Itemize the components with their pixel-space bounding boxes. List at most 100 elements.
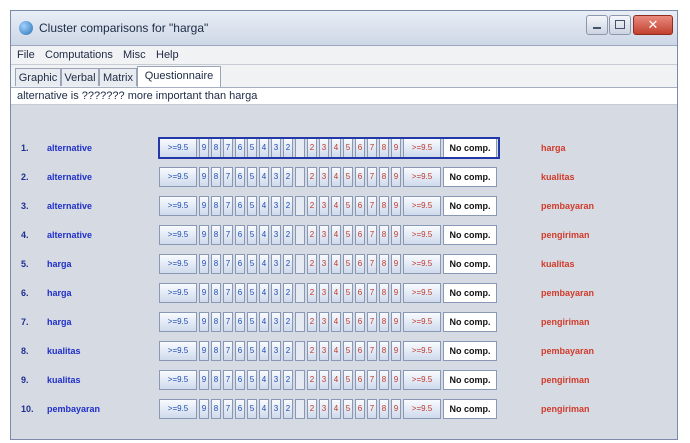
scale-left-value[interactable]: 7: [223, 196, 233, 216]
minimize-button[interactable]: [586, 15, 608, 35]
scale-left-extreme[interactable]: >=9.5: [159, 167, 197, 187]
scale-left-value[interactable]: 4: [259, 225, 269, 245]
scale-left-value[interactable]: 2: [283, 370, 293, 390]
scale-left-value[interactable]: 9: [199, 399, 209, 419]
no-comparison-button[interactable]: No comp.: [443, 138, 497, 158]
scale-right-value[interactable]: 9: [391, 225, 401, 245]
scale-left-value[interactable]: 8: [211, 225, 221, 245]
scale-left-value[interactable]: 2: [283, 225, 293, 245]
scale-right-value[interactable]: 8: [379, 254, 389, 274]
scale-right-value[interactable]: 4: [331, 283, 341, 303]
scale-right-value[interactable]: 5: [343, 138, 353, 158]
scale-right-value[interactable]: 6: [355, 283, 365, 303]
scale-left-extreme[interactable]: >=9.5: [159, 225, 197, 245]
scale-left-value[interactable]: 8: [211, 254, 221, 274]
scale-right-value[interactable]: 2: [307, 225, 317, 245]
scale-left-value[interactable]: 9: [199, 370, 209, 390]
scale-right-value[interactable]: 4: [331, 399, 341, 419]
scale-left-value[interactable]: 6: [235, 196, 245, 216]
scale-left-value[interactable]: 3: [271, 370, 281, 390]
menu-misc[interactable]: Misc: [123, 49, 146, 61]
scale-left-value[interactable]: 2: [283, 196, 293, 216]
scale-left-value[interactable]: 8: [211, 167, 221, 187]
scale-right-value[interactable]: 9: [391, 167, 401, 187]
scale-right-value[interactable]: 6: [355, 167, 365, 187]
scale-left-value[interactable]: 8: [211, 283, 221, 303]
scale-right-value[interactable]: 9: [391, 254, 401, 274]
scale-left-value[interactable]: 9: [199, 341, 209, 361]
scale-right-value[interactable]: 2: [307, 167, 317, 187]
scale-right-value[interactable]: 5: [343, 399, 353, 419]
scale-right-value[interactable]: 6: [355, 341, 365, 361]
scale-left-value[interactable]: 7: [223, 370, 233, 390]
tab-verbal[interactable]: Verbal: [61, 68, 99, 86]
scale-right-value[interactable]: 3: [319, 370, 329, 390]
scale-left-value[interactable]: 4: [259, 167, 269, 187]
scale-left-value[interactable]: 3: [271, 312, 281, 332]
no-comparison-button[interactable]: No comp.: [443, 283, 497, 303]
scale-left-value[interactable]: 6: [235, 341, 245, 361]
scale-left-value[interactable]: 3: [271, 225, 281, 245]
scale-left-value[interactable]: 5: [247, 138, 257, 158]
scale-right-value[interactable]: 9: [391, 399, 401, 419]
scale-left-value[interactable]: 4: [259, 370, 269, 390]
scale-left-value[interactable]: 8: [211, 312, 221, 332]
scale-equal[interactable]: [295, 167, 305, 187]
scale-left-value[interactable]: 5: [247, 341, 257, 361]
scale-right-value[interactable]: 8: [379, 341, 389, 361]
scale-left-value[interactable]: 4: [259, 283, 269, 303]
scale-left-extreme[interactable]: >=9.5: [159, 399, 197, 419]
scale-left-value[interactable]: 5: [247, 225, 257, 245]
scale-right-extreme[interactable]: >=9.5: [403, 196, 441, 216]
scale-equal[interactable]: [295, 138, 305, 158]
menu-computations[interactable]: Computations: [45, 49, 113, 61]
no-comparison-button[interactable]: No comp.: [443, 341, 497, 361]
scale-right-value[interactable]: 8: [379, 399, 389, 419]
scale-left-value[interactable]: 6: [235, 138, 245, 158]
scale-equal[interactable]: [295, 312, 305, 332]
scale-left-extreme[interactable]: >=9.5: [159, 312, 197, 332]
scale-right-value[interactable]: 3: [319, 312, 329, 332]
scale-equal[interactable]: [295, 196, 305, 216]
scale-left-value[interactable]: 3: [271, 399, 281, 419]
scale-right-extreme[interactable]: >=9.5: [403, 138, 441, 158]
scale-right-value[interactable]: 8: [379, 370, 389, 390]
scale-equal[interactable]: [295, 399, 305, 419]
scale-right-value[interactable]: 3: [319, 254, 329, 274]
scale-right-value[interactable]: 7: [367, 399, 377, 419]
scale-right-value[interactable]: 9: [391, 196, 401, 216]
scale-left-value[interactable]: 6: [235, 399, 245, 419]
scale-left-value[interactable]: 7: [223, 167, 233, 187]
scale-left-value[interactable]: 8: [211, 399, 221, 419]
scale-left-value[interactable]: 3: [271, 254, 281, 274]
no-comparison-button[interactable]: No comp.: [443, 399, 497, 419]
scale-right-value[interactable]: 4: [331, 225, 341, 245]
tab-questionnaire[interactable]: Questionnaire: [137, 66, 221, 87]
scale-right-value[interactable]: 7: [367, 370, 377, 390]
scale-left-value[interactable]: 3: [271, 196, 281, 216]
scale-left-value[interactable]: 6: [235, 370, 245, 390]
scale-right-value[interactable]: 3: [319, 167, 329, 187]
menu-help[interactable]: Help: [156, 49, 179, 61]
maximize-button[interactable]: [609, 15, 631, 35]
scale-right-value[interactable]: 8: [379, 283, 389, 303]
scale-right-value[interactable]: 7: [367, 312, 377, 332]
scale-right-extreme[interactable]: >=9.5: [403, 283, 441, 303]
scale-left-value[interactable]: 2: [283, 167, 293, 187]
scale-right-value[interactable]: 9: [391, 370, 401, 390]
scale-left-value[interactable]: 7: [223, 341, 233, 361]
scale-left-value[interactable]: 5: [247, 196, 257, 216]
no-comparison-button[interactable]: No comp.: [443, 196, 497, 216]
scale-equal[interactable]: [295, 283, 305, 303]
scale-right-value[interactable]: 9: [391, 138, 401, 158]
scale-right-value[interactable]: 4: [331, 196, 341, 216]
scale-left-value[interactable]: 9: [199, 283, 209, 303]
scale-right-value[interactable]: 2: [307, 196, 317, 216]
scale-right-value[interactable]: 5: [343, 225, 353, 245]
no-comparison-button[interactable]: No comp.: [443, 254, 497, 274]
scale-left-value[interactable]: 2: [283, 399, 293, 419]
scale-left-value[interactable]: 5: [247, 312, 257, 332]
scale-left-value[interactable]: 2: [283, 312, 293, 332]
scale-left-value[interactable]: 9: [199, 254, 209, 274]
scale-right-value[interactable]: 8: [379, 196, 389, 216]
